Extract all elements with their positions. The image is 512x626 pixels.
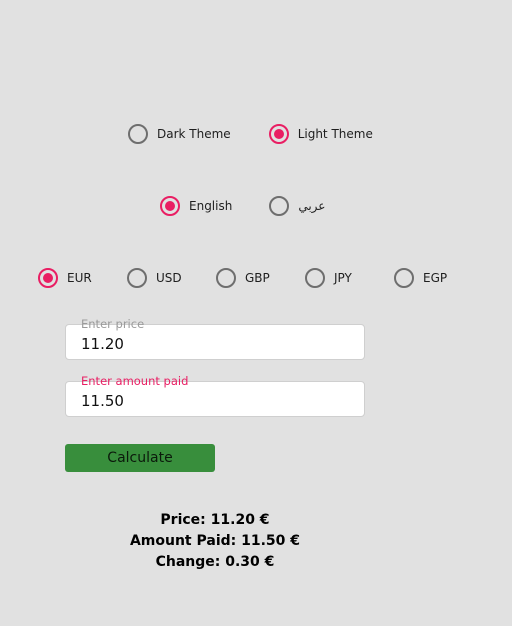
price-field[interactable]: Enter price [65, 318, 365, 360]
light-theme-label: Light Theme [297, 127, 373, 141]
radio-circle[interactable] [305, 268, 325, 288]
radio-circle[interactable] [268, 124, 289, 144]
currency-label-gbp: GBP [245, 271, 270, 285]
currency-radio-egp[interactable]: EGP [394, 268, 483, 288]
radio-circle[interactable] [127, 268, 147, 288]
result-price: Price: 11.20 € [160, 512, 270, 528]
currency-radio-gbp[interactable]: GBP [216, 268, 305, 288]
amount-paid-field[interactable]: Enter amount paid [65, 375, 365, 417]
dark-theme-radio[interactable]: Dark Theme [128, 124, 231, 144]
currency-label-egp: EGP [423, 271, 448, 285]
currency-radio-usd[interactable]: USD [127, 268, 216, 288]
price-input[interactable] [81, 335, 351, 353]
amount-paid-field-label: Enter amount paid [81, 374, 189, 388]
radio-circle[interactable] [394, 268, 414, 288]
radio-circle[interactable] [38, 268, 58, 288]
english-radio[interactable]: English [160, 196, 232, 216]
radio-circle[interactable] [128, 124, 148, 144]
radio-circle[interactable] [216, 268, 236, 288]
calculate-button[interactable]: Calculate [65, 444, 215, 472]
arabic-radio[interactable]: عربي [269, 196, 325, 216]
currency-radio-jpy[interactable]: JPY [305, 268, 394, 288]
amount-paid-input[interactable] [81, 392, 351, 410]
currency-radio-group: EUR USD GBP JPY EGP [38, 268, 483, 288]
theme-radio-group: Dark Theme Light Theme [128, 124, 373, 144]
currency-radio-eur[interactable]: EUR [38, 268, 127, 288]
light-theme-radio[interactable]: Light Theme [268, 124, 373, 144]
dark-theme-label: Dark Theme [157, 127, 231, 141]
currency-label-usd: USD [156, 271, 182, 285]
radio-circle[interactable] [160, 196, 180, 216]
result-amount-paid: Amount Paid: 11.50 € [129, 533, 301, 549]
currency-label-jpy: JPY [334, 271, 352, 285]
english-label: English [189, 199, 233, 213]
radio-circle[interactable] [269, 196, 290, 216]
results-panel: Price: 11.20 € Amount Paid: 11.50 € Chan… [65, 510, 365, 573]
result-change: Change: 0.30 € [155, 554, 275, 570]
price-field-label: Enter price [81, 317, 145, 331]
arabic-label: عربي [298, 199, 326, 213]
currency-label-eur: EUR [67, 271, 92, 285]
language-radio-group: English عربي [160, 196, 325, 216]
